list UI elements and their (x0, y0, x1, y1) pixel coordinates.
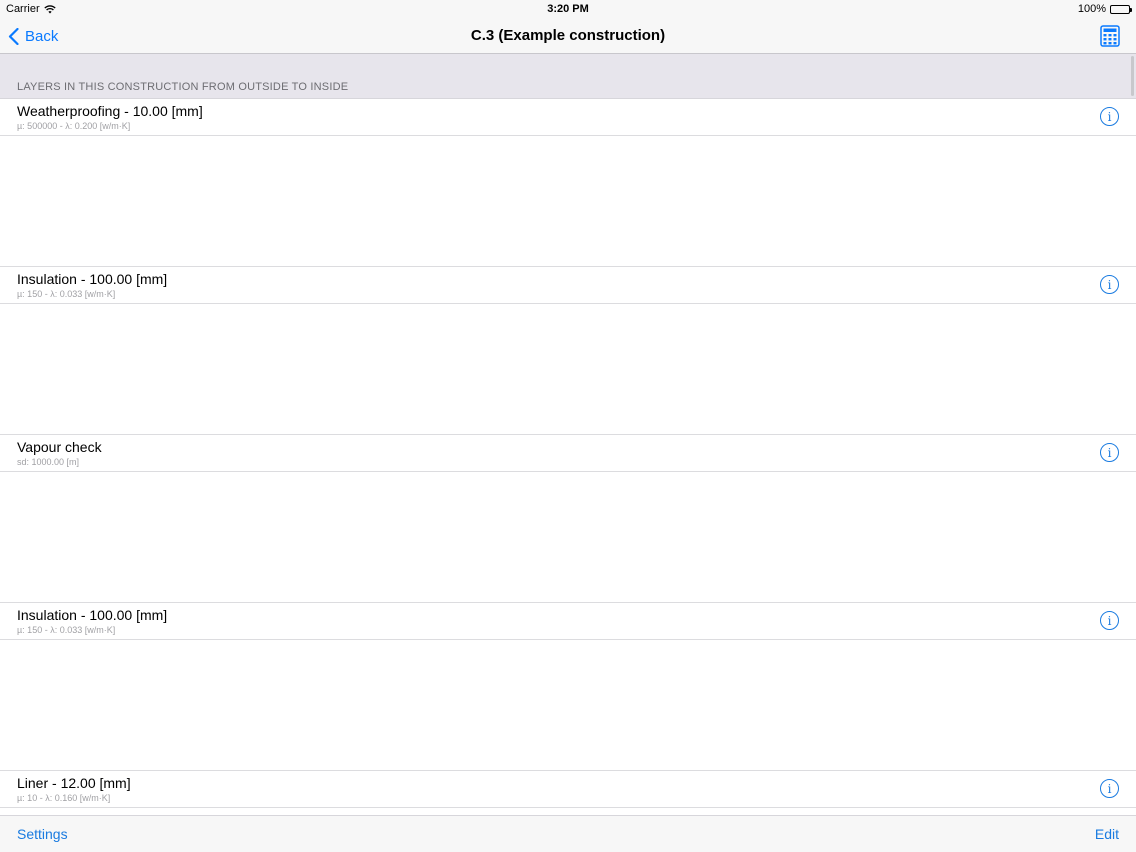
info-icon[interactable]: i (1100, 275, 1119, 294)
info-icon[interactable]: i (1100, 779, 1119, 798)
calculator-icon[interactable] (1100, 25, 1120, 47)
layer-title: Vapour check (17, 439, 102, 455)
layer-row[interactable]: Vapour check sd: 1000.00 [m] i (0, 435, 1136, 472)
battery-icon (1110, 4, 1132, 14)
layer-properties: sd: 1000.00 [m] (17, 457, 80, 467)
layer-properties: µ: 10 - λ: 0.160 [w/m·K] (17, 793, 111, 803)
layers-table: LAYERS IN THIS CONSTRUCTION FROM OUTSIDE… (0, 54, 1136, 815)
info-icon[interactable]: i (1100, 107, 1119, 126)
layer-block: Vapour check sd: 1000.00 [m] i (0, 435, 1136, 603)
layer-block: Weatherproofing - 10.00 [mm] µ: 500000 -… (0, 99, 1136, 267)
layer-block: Insulation - 100.00 [mm] µ: 150 - λ: 0.0… (0, 603, 1136, 771)
status-bar: Carrier 3:20 PM 100% (0, 0, 1136, 18)
settings-button[interactable]: Settings (17, 826, 68, 842)
status-time: 3:20 PM (547, 3, 589, 15)
section-header-label: LAYERS IN THIS CONSTRUCTION FROM OUTSIDE… (17, 81, 349, 93)
scroll-indicator[interactable] (1131, 56, 1134, 96)
layer-block: Insulation - 100.00 [mm] µ: 150 - λ: 0.0… (0, 267, 1136, 435)
layer-properties: µ: 150 - λ: 0.033 [w/m·K] (17, 625, 116, 635)
battery-indicator: 100% (1077, 3, 1132, 15)
bottom-toolbar: Settings Edit (0, 815, 1136, 852)
info-icon[interactable]: i (1100, 611, 1119, 630)
layer-properties: µ: 500000 - λ: 0.200 [w/m·K] (17, 121, 131, 131)
layer-title: Weatherproofing - 10.00 [mm] (17, 103, 203, 119)
section-header: LAYERS IN THIS CONSTRUCTION FROM OUTSIDE… (0, 54, 1136, 99)
layer-properties: µ: 150 - λ: 0.033 [w/m·K] (17, 289, 116, 299)
layer-row[interactable]: Insulation - 100.00 [mm] µ: 150 - λ: 0.0… (0, 603, 1136, 640)
layer-title: Insulation - 100.00 [mm] (17, 607, 168, 623)
layer-row[interactable]: Insulation - 100.00 [mm] µ: 150 - λ: 0.0… (0, 267, 1136, 304)
layer-row[interactable]: Weatherproofing - 10.00 [mm] µ: 500000 -… (0, 99, 1136, 136)
battery-percent: 100% (1077, 3, 1106, 15)
info-icon[interactable]: i (1100, 443, 1119, 462)
page-title: C.3 (Example construction) (470, 27, 666, 44)
edit-button[interactable]: Edit (1095, 826, 1119, 842)
navigation-bar: Back C.3 (Example construction) (0, 18, 1136, 54)
layer-block: Liner - 12.00 [mm] µ: 10 - λ: 0.160 [w/m… (0, 771, 1136, 815)
layer-row[interactable]: Liner - 12.00 [mm] µ: 10 - λ: 0.160 [w/m… (0, 771, 1136, 808)
layer-title: Liner - 12.00 [mm] (17, 775, 131, 791)
layer-title: Insulation - 100.00 [mm] (17, 271, 168, 287)
